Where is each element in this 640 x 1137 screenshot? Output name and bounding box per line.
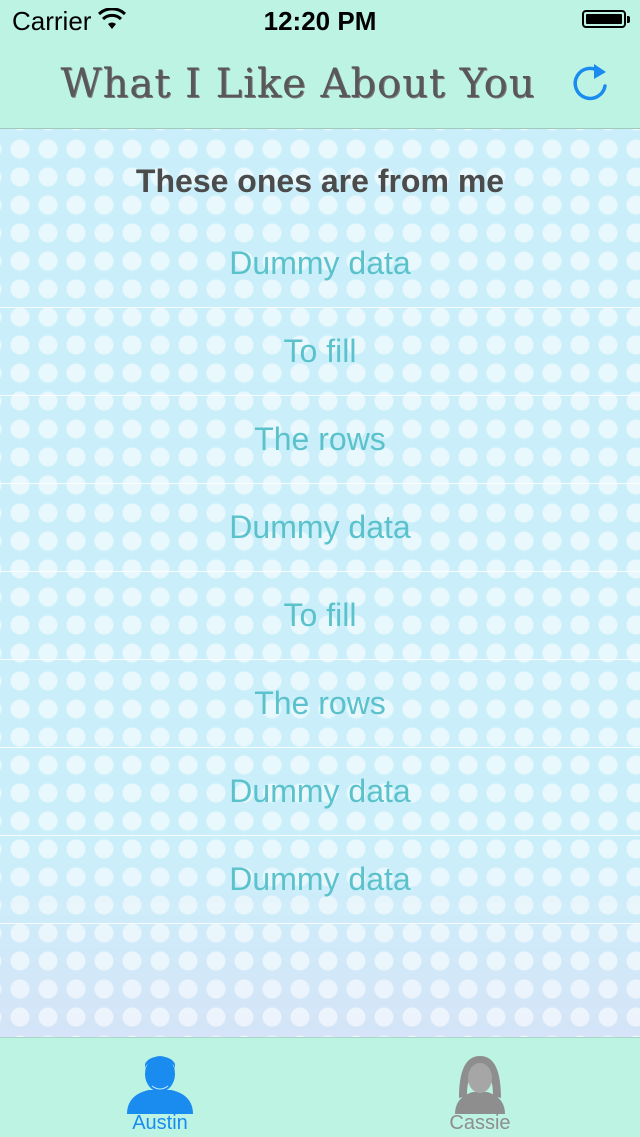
tab-austin[interactable]: Austin [0, 1038, 320, 1137]
table-row[interactable]: To fill [0, 308, 640, 396]
section-header: These ones are from me [135, 163, 505, 199]
female-user-icon [455, 1056, 505, 1114]
battery-icon [582, 10, 630, 28]
row-list: Dummy data To fill The rows Dummy data T… [0, 220, 640, 924]
tab-label-cassie: Cassie [449, 1112, 511, 1134]
status-bar: Carrier 12:20 PM [0, 0, 640, 40]
navigation-bar: What I Like About You [0, 40, 640, 129]
table-row[interactable]: Dummy data [0, 484, 640, 572]
table-row[interactable]: Dummy data [0, 220, 640, 308]
tab-bar: Austin Cassie [0, 1037, 640, 1137]
tab-cassie[interactable]: Cassie [320, 1038, 640, 1137]
page-title: What I Like About You [60, 61, 536, 107]
table-row[interactable]: Dummy data [0, 748, 640, 836]
refresh-icon[interactable] [566, 60, 614, 108]
table-row[interactable]: Dummy data [0, 836, 640, 924]
table-row[interactable]: The rows [0, 660, 640, 748]
status-time: 12:20 PM [263, 6, 377, 36]
tab-label-austin: Austin [132, 1112, 188, 1134]
table-row[interactable]: To fill [0, 572, 640, 660]
table-view[interactable]: These ones are from me Dummy data To fil… [0, 129, 640, 1037]
table-row[interactable]: The rows [0, 396, 640, 484]
male-user-icon [127, 1056, 193, 1114]
